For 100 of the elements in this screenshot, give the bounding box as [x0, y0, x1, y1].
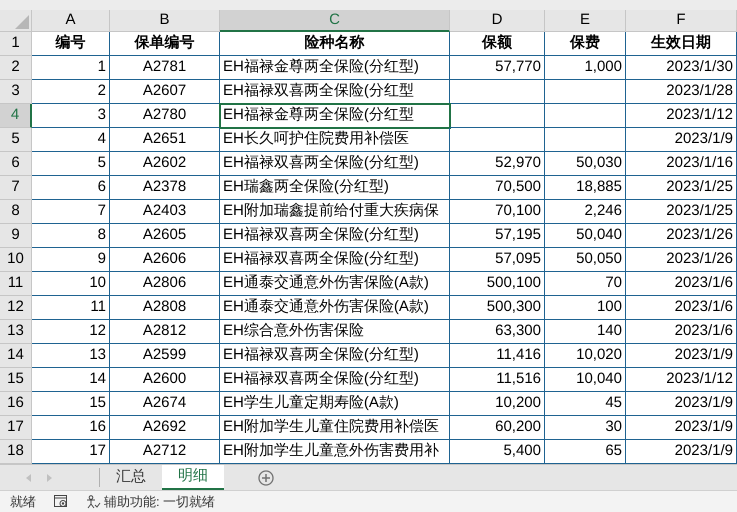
table-cell: A2806 — [110, 272, 220, 296]
table-cell: 2023/1/25 — [626, 176, 737, 200]
table-cell: EH福禄双喜两全保险(分红型) — [220, 368, 450, 392]
table-cell: 10,040 — [545, 368, 626, 392]
row-header[interactable]: 16 — [0, 392, 32, 416]
accessibility-icon[interactable] — [86, 494, 101, 508]
triangle-icon — [15, 15, 29, 29]
macro-record-icon[interactable] — [54, 495, 68, 508]
table-cell: EH福禄金尊两全保险(分红型 — [220, 104, 450, 128]
row-header[interactable]: 4 — [0, 104, 32, 128]
table-cell: A2651 — [110, 128, 220, 152]
table-cell: EH福禄双喜两全保险(分红型) — [220, 152, 450, 176]
table-cell: EH通泰交通意外伤害保险(A款) — [220, 296, 450, 320]
table-cell: A2600 — [110, 368, 220, 392]
table-cell: 1,000 — [545, 56, 626, 80]
table-cell: 100 — [545, 296, 626, 320]
table-cell: 13 — [32, 344, 110, 368]
table-cell: 50,050 — [545, 248, 626, 272]
table-cell: 2023/1/6 — [626, 272, 737, 296]
row-header[interactable]: 10 — [0, 248, 32, 272]
table-cell: 2023/1/9 — [626, 128, 737, 152]
table-cell: A2674 — [110, 392, 220, 416]
table-cell: 2023/1/9 — [626, 416, 737, 440]
table-cell: EH附加瑞鑫提前给付重大疾病保 — [220, 200, 450, 224]
header-cell: 险种名称 — [220, 32, 450, 56]
sheet-tab[interactable]: 明细 — [162, 465, 224, 490]
column-header[interactable]: A — [32, 10, 110, 32]
header-cell: 保单编号 — [110, 32, 220, 56]
table-cell: EH综合意外伤害保险 — [220, 320, 450, 344]
status-text: 就绪 — [10, 492, 36, 511]
table-cell: 500,300 — [450, 296, 545, 320]
table-cell: 45 — [545, 392, 626, 416]
table-cell: A2606 — [110, 248, 220, 272]
table-cell: 57,195 — [450, 224, 545, 248]
row-header[interactable]: 11 — [0, 272, 32, 296]
row-header[interactable]: 14 — [0, 344, 32, 368]
table-cell: 2023/1/12 — [626, 104, 737, 128]
column-header[interactable]: E — [545, 10, 626, 32]
table-cell: 2023/1/26 — [626, 248, 737, 272]
table-cell: 2023/1/26 — [626, 224, 737, 248]
row-header[interactable]: 1 — [0, 32, 32, 56]
table-cell: 11 — [32, 296, 110, 320]
table-cell: 63,300 — [450, 320, 545, 344]
row-header[interactable]: 6 — [0, 152, 32, 176]
row-header[interactable]: 18 — [0, 440, 32, 464]
column-header[interactable]: C — [220, 10, 450, 32]
table-cell: EH福禄双喜两全保险(分红型) — [220, 248, 450, 272]
table-cell: EH瑞鑫两全保险(分红型) — [220, 176, 450, 200]
table-cell: 2023/1/28 — [626, 80, 737, 104]
table-cell: 140 — [545, 320, 626, 344]
column-header[interactable]: F — [626, 10, 737, 32]
table-cell: 70,500 — [450, 176, 545, 200]
table-cell: 2023/1/30 — [626, 56, 737, 80]
table-cell: 1 — [32, 56, 110, 80]
column-header[interactable]: B — [110, 10, 220, 32]
row-header[interactable]: 7 — [0, 176, 32, 200]
table-cell: 8 — [32, 224, 110, 248]
table-cell: 70,100 — [450, 200, 545, 224]
table-cell: 12 — [32, 320, 110, 344]
row-header[interactable]: 12 — [0, 296, 32, 320]
table-cell: EH福禄双喜两全保险(分红型) — [220, 224, 450, 248]
table-cell: 2023/1/6 — [626, 296, 737, 320]
table-cell: EH附加学生儿童住院费用补偿医 — [220, 416, 450, 440]
row-header[interactable]: 13 — [0, 320, 32, 344]
table-cell: A2780 — [110, 104, 220, 128]
table-cell: EH福禄双喜两全保险(分红型 — [220, 80, 450, 104]
table-cell: EH福禄金尊两全保险(分红型) — [220, 56, 450, 80]
table-cell: 2023/1/9 — [626, 344, 737, 368]
row-header[interactable]: 15 — [0, 368, 32, 392]
table-cell: A2599 — [110, 344, 220, 368]
table-cell: 7 — [32, 200, 110, 224]
table-cell: 2 — [32, 80, 110, 104]
table-cell: 50,030 — [545, 152, 626, 176]
header-cell: 保费 — [545, 32, 626, 56]
table-cell: 30 — [545, 416, 626, 440]
table-cell: EH通泰交通意外伤害保险(A款) — [220, 272, 450, 296]
table-cell: 2023/1/16 — [626, 152, 737, 176]
row-header[interactable]: 5 — [0, 128, 32, 152]
row-header[interactable]: 17 — [0, 416, 32, 440]
table-cell: 70 — [545, 272, 626, 296]
table-cell: 2023/1/25 — [626, 200, 737, 224]
table-cell: EH福禄双喜两全保险(分红型) — [220, 344, 450, 368]
header-cell: 编号 — [32, 32, 110, 56]
table-cell: 10,020 — [545, 344, 626, 368]
add-sheet-icon[interactable] — [258, 470, 274, 486]
row-header[interactable]: 2 — [0, 56, 32, 80]
table-cell: 11,416 — [450, 344, 545, 368]
accessibility-status[interactable]: 辅助功能: 一切就绪 — [104, 492, 216, 512]
row-header[interactable]: 8 — [0, 200, 32, 224]
table-cell: 16 — [32, 416, 110, 440]
table-cell: 10 — [32, 272, 110, 296]
table-cell: A2607 — [110, 80, 220, 104]
row-header[interactable]: 9 — [0, 224, 32, 248]
row-header[interactable]: 3 — [0, 80, 32, 104]
table-cell: A2605 — [110, 224, 220, 248]
table-cell: 2023/1/9 — [626, 392, 737, 416]
table-cell: A2781 — [110, 56, 220, 80]
column-header[interactable]: D — [450, 10, 545, 32]
table-cell: 4 — [32, 128, 110, 152]
sheet-tab[interactable]: 汇总 — [100, 465, 162, 490]
